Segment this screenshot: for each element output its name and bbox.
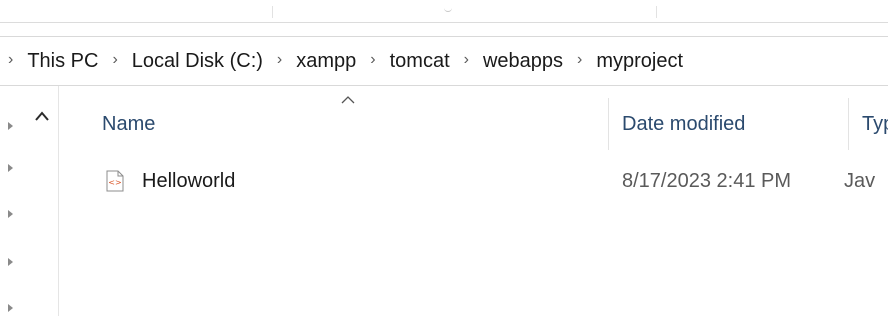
expand-arrow-icon[interactable]: [8, 210, 13, 218]
chevron-right-icon[interactable]: ›: [265, 51, 294, 69]
breadcrumb-xampp[interactable]: xampp: [294, 50, 358, 73]
expand-arrow-icon[interactable]: [8, 258, 13, 266]
address-bar[interactable]: › This PC › Local Disk (C:) › xampp › to…: [0, 36, 888, 86]
column-divider[interactable]: [848, 98, 849, 150]
breadcrumb-this-pc[interactable]: This PC: [25, 50, 100, 73]
column-header-type[interactable]: Typ: [862, 98, 888, 150]
collapse-up-icon[interactable]: [34, 110, 50, 122]
chevron-right-icon[interactable]: ›: [452, 51, 481, 69]
file-name[interactable]: Helloworld: [142, 170, 235, 193]
expand-arrow-icon[interactable]: [8, 304, 13, 312]
svg-text:<>: <>: [108, 178, 121, 187]
file-row[interactable]: <> Helloworld 8/17/2023 2:41 PM Jav: [62, 162, 888, 202]
chevron-right-icon[interactable]: ›: [100, 51, 129, 69]
chevron-right-icon[interactable]: ›: [358, 51, 387, 69]
expand-arrow-icon[interactable]: [8, 164, 13, 172]
file-date-modified: 8/17/2023 2:41 PM: [622, 170, 792, 192]
ribbon-strip: [0, 0, 888, 23]
breadcrumb-webapps[interactable]: webapps: [481, 50, 565, 73]
navigation-pane: [0, 86, 59, 316]
column-divider[interactable]: [608, 98, 609, 150]
ribbon-separator: [656, 6, 657, 18]
chevron-right-icon[interactable]: ›: [565, 51, 594, 69]
column-header-date-modified[interactable]: Date modified: [622, 98, 848, 150]
breadcrumb-tomcat[interactable]: tomcat: [388, 50, 452, 73]
breadcrumb-local-disk[interactable]: Local Disk (C:): [130, 50, 265, 73]
expand-arrow-icon[interactable]: [8, 122, 13, 130]
jsp-file-icon: <>: [106, 170, 124, 192]
chevron-right-icon[interactable]: ›: [0, 51, 25, 69]
ribbon-separator: [272, 6, 273, 18]
column-header-name[interactable]: Name: [102, 98, 608, 150]
breadcrumb-myproject[interactable]: myproject: [594, 50, 685, 73]
file-explorer-window: › This PC › Local Disk (C:) › xampp › to…: [0, 0, 888, 316]
ribbon-expand-mark[interactable]: [444, 8, 452, 12]
file-type: Jav: [844, 170, 876, 192]
